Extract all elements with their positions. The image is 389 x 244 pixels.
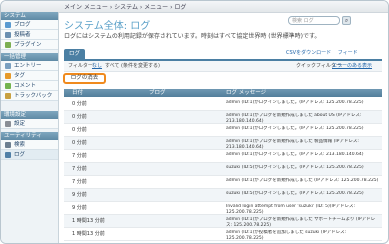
log-date: 0 分前 xyxy=(72,127,87,133)
csv-download-link[interactable]: CSVをダウンロード xyxy=(286,50,331,56)
log-message: suzuki (ID:5)がログインしました。(IPアドレス: 125.200.… xyxy=(226,165,364,170)
feed-link[interactable]: フィード xyxy=(338,50,358,56)
table-row: 9 分前 Invalid login attempt from user 'suz… xyxy=(64,202,382,215)
table-row: 0 分前 admin (ID:1)がログインしました。(IPアドレス: 125.2… xyxy=(64,124,382,137)
log-date: 7 分前 xyxy=(72,166,87,172)
log-message: admin (ID:1)がブログを新規作成しました about US (IPアド… xyxy=(226,113,362,124)
sidebar-item-label: ログ xyxy=(14,152,26,158)
filter-label: フィルター: xyxy=(68,63,95,69)
search-icon xyxy=(5,142,11,148)
sidebar-item-search[interactable]: 検索 xyxy=(1,140,58,150)
tab-log[interactable]: ログ xyxy=(64,49,86,59)
log-message: admin (ID:1)がログインしました。(IPアドレス: 125.200.7… xyxy=(226,100,364,105)
sidebar: システム ブログ 投稿者 プラグイン 一括管理 エントリー タグ コメント トラ… xyxy=(1,12,59,243)
blog-icon xyxy=(5,22,11,28)
tag-icon xyxy=(5,73,11,79)
log-message: admin (ID:1)がブログを新規作成しました 製品情報 (IPアドレス: … xyxy=(226,139,359,150)
table-row: 0 分前 admin (ID:1)がブログを新規作成しました about US (… xyxy=(64,111,382,124)
sidebar-item-label: コメント xyxy=(14,83,37,89)
log-date: 1 時間13 分前 xyxy=(72,231,105,237)
log-message: admin (ID:1)がブログを新規作成しました (IPアドレス: 125.2… xyxy=(226,178,379,183)
table-row: 7 分前 suzuki (ID:5)がログインしました。(IPアドレス: 125.… xyxy=(64,163,382,176)
column-header-message[interactable]: ログ メッセージ xyxy=(226,89,266,97)
sidebar-item-label: エントリー xyxy=(14,63,42,69)
sidebar-item-settings[interactable]: 設定 xyxy=(1,119,58,129)
app-window: メイン メニュー › システム › メニュー › ログ システム ブログ 投稿者… xyxy=(0,0,389,244)
top-bar: メイン メニュー › システム › メニュー › ログ xyxy=(1,1,388,13)
sidebar-item-trackbacks[interactable]: トラックバック xyxy=(1,91,58,101)
sidebar-item-label: ブログ xyxy=(14,22,31,28)
tab-actions: CSVをダウンロード フィード xyxy=(281,49,358,56)
table-row: 7 分前 admin (ID:1)がログインしました。(IPアドレス: 213.1… xyxy=(64,150,382,163)
filter-bar: フィルター: なし すべて (条件を変更する) クイックフィルター: エラーのあ… xyxy=(64,61,382,72)
page-title: システム全体: ログ xyxy=(64,21,151,32)
settings-icon xyxy=(5,121,11,127)
log-date: 0 分前 xyxy=(72,114,87,120)
sidebar-item-label: トラックバック xyxy=(14,93,53,99)
quick-filter-link[interactable]: エラーのある表示 xyxy=(332,61,372,71)
sidebar-item-comments[interactable]: コメント xyxy=(1,81,58,91)
log-message: admin (ID:1)がログインしました。(IPアドレス: 213.180.1… xyxy=(226,152,364,157)
sidebar-section-bulk: 一括管理 xyxy=(1,53,58,61)
sidebar-item-plugins[interactable]: プラグイン xyxy=(1,40,58,50)
comment-icon xyxy=(5,83,11,89)
entry-icon xyxy=(5,63,11,69)
sidebar-item-blog[interactable]: ブログ xyxy=(1,20,58,30)
log-message: admin (ID:1)がログインしました。(IPアドレス: 125.200.7… xyxy=(226,126,364,131)
log-message: Invalid login attempt from user 'suzuki'… xyxy=(226,204,356,215)
table-header: 日付 ブログ ログ メッセージ xyxy=(64,89,382,97)
sidebar-item-entries[interactable]: エントリー xyxy=(1,61,58,71)
sidebar-item-label: タグ xyxy=(14,73,26,79)
column-header-date[interactable]: 日付 xyxy=(72,89,83,97)
log-date: 1 時間13 分前 xyxy=(72,218,105,224)
table-row: 9 分前 suzuki (ID:5)がログインしました。(IPアドレス: 125.… xyxy=(64,189,382,202)
filter-note: すべて (条件を変更する) xyxy=(105,63,160,69)
user-icon xyxy=(5,32,11,38)
filter-value-link[interactable]: なし xyxy=(92,61,102,71)
sidebar-item-label: 設定 xyxy=(14,121,26,127)
table-row: 0 分前 admin (ID:1)がログインしました。(IPアドレス: 125.2… xyxy=(64,98,382,111)
log-message: suzuki (ID:5)がログインしました。(IPアドレス: 125.200.… xyxy=(226,191,364,196)
log-message: admin (ID:1)が投稿者を追加しました suzuki (IPアドレス: … xyxy=(226,230,347,241)
search-button[interactable]: ⌕ xyxy=(342,16,351,25)
sidebar-section-utility: ユーティリティ xyxy=(1,132,58,140)
sidebar-item-label: 検索 xyxy=(14,142,26,148)
plugin-icon xyxy=(5,42,11,48)
sidebar-item-tags[interactable]: タグ xyxy=(1,71,58,81)
sidebar-section-settings: 環境設定 xyxy=(1,111,58,119)
trackback-icon xyxy=(5,93,11,99)
log-date: 9 分前 xyxy=(72,205,87,211)
search-input[interactable]: 検索 ログ xyxy=(288,16,340,25)
sidebar-item-authors[interactable]: 投稿者 xyxy=(1,30,58,40)
log-message: admin (ID:1)がブログを新規作成しました サポートチームより (IPア… xyxy=(226,217,376,228)
page-description: ログにはシステムの利用記録が保存されています。時刻はすべて協定世界時 (世界標準… xyxy=(64,33,321,40)
log-date: 7 分前 xyxy=(72,179,87,185)
log-date: 0 分前 xyxy=(72,101,87,107)
log-date: 0 分前 xyxy=(72,140,87,146)
log-date: 9 分前 xyxy=(72,192,87,198)
breadcrumb[interactable]: メイン メニュー › システム › メニュー › ログ xyxy=(64,2,186,11)
sidebar-section-system: システム xyxy=(1,12,58,20)
sidebar-item-label: プラグイン xyxy=(14,42,42,48)
table-row: 7 分前 admin (ID:1)がブログを新規作成しました (IPアドレス: 1… xyxy=(64,176,382,189)
log-icon xyxy=(5,152,11,158)
table-row: 0 分前 admin (ID:1)がブログを新規作成しました 製品情報 (IPアド… xyxy=(64,137,382,150)
sidebar-item-label: 投稿者 xyxy=(14,32,31,38)
table-row: 1 時間13 分前 admin (ID:1)が投稿者を追加しました suzuki … xyxy=(64,228,382,241)
sidebar-item-log[interactable]: ログ xyxy=(1,150,58,160)
column-header-blog[interactable]: ブログ xyxy=(149,89,166,97)
table-row: 1 時間13 分前 admin (ID:1)がブログを新規作成しました サポートチ… xyxy=(64,215,382,228)
log-date: 7 分前 xyxy=(72,153,87,159)
clear-log-button[interactable]: ログの消去 xyxy=(63,73,106,84)
